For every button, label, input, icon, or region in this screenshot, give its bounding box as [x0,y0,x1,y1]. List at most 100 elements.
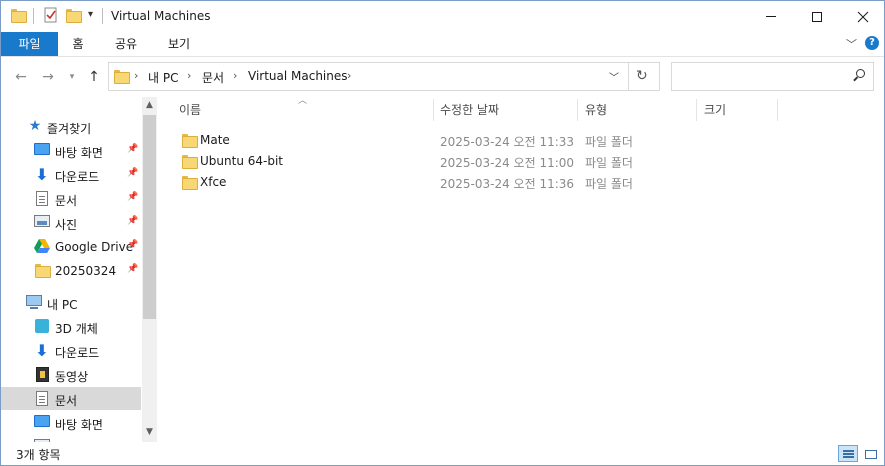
nav-item-google-drive[interactable]: Google Drive 📌 [1,235,141,258]
star-icon: ★ [28,118,42,134]
download-icon: ⬇ [35,341,49,360]
computer-icon [26,295,42,309]
file-modified: 2025-03-24 오전 11:00 [440,156,575,170]
column-header-name[interactable]: 이름 [179,97,201,123]
desktop-icon [34,415,50,427]
title-separator [102,8,103,24]
breadcrumb-chevron-icon[interactable]: › [347,69,351,82]
column-header-type[interactable]: 유형 [585,97,607,123]
breadcrumb-chevron-icon[interactable]: › [187,69,191,82]
help-icon[interactable]: ? [865,36,879,50]
folder-icon [182,155,198,170]
nav-item-3d-objects[interactable]: 3D 개체 [1,315,141,338]
nav-item-desktop[interactable]: 바탕 화면 📌 [1,139,141,162]
back-arrow-icon[interactable]: ← [12,66,30,88]
table-row[interactable]: Ubuntu 64-bit 2025-03-24 오전 11:00 파일 폴더 [174,151,634,172]
nav-item-pc-downloads[interactable]: ⬇ 다운로드 [1,339,141,362]
scroll-thumb[interactable] [143,115,156,319]
scroll-up-icon[interactable]: ▲ [142,100,157,110]
nav-label: 20250324 [55,264,117,278]
nav-scrollbar[interactable]: ▲ ▼ [142,97,157,442]
close-button[interactable] [840,1,884,32]
nav-item-documents[interactable]: 문서 📌 [1,187,141,210]
table-row[interactable]: Xfce 2025-03-24 오전 11:36 파일 폴더 [174,172,634,193]
pictures-icon [34,215,50,227]
file-list: ︿ 이름 수정한 날짜 유형 크기 Mate 2025-03-24 오전 11:… [158,96,884,442]
properties-icon[interactable] [43,7,59,25]
column-divider[interactable] [777,99,778,121]
tab-view[interactable]: 보기 [159,32,199,56]
new-folder-icon[interactable] [66,7,82,25]
column-divider[interactable] [577,99,578,121]
desktop-icon [34,143,50,155]
search-input[interactable] [671,62,874,91]
nav-item-downloads[interactable]: ⬇ 다운로드 📌 [1,163,141,186]
folder-icon [114,70,130,85]
nav-label: Google Drive [55,240,134,254]
breadcrumb-virtual-machines[interactable]: Virtual Machines [248,69,348,83]
details-view-button[interactable] [838,445,858,462]
expand-ribbon-icon[interactable]: ﹀ [846,36,857,52]
nav-quick-access[interactable]: ★ 즐겨찾기 [1,115,141,138]
minimize-button[interactable] [748,1,794,32]
nav-label: 즐겨찾기 [47,122,92,136]
nav-item-videos[interactable]: 동영상 [1,363,141,386]
file-modified: 2025-03-24 오전 11:33 [440,135,575,149]
status-bar: 3개 항목 [1,442,884,465]
tab-file[interactable]: 파일 [1,32,58,56]
breadcrumb-documents[interactable]: 문서 [202,69,224,86]
column-header-modified[interactable]: 수정한 날짜 [440,97,499,123]
minimize-icon [766,16,776,17]
pin-icon: 📌 [127,264,139,274]
file-type: 파일 폴더 [585,177,633,191]
refresh-icon[interactable]: ↻ [636,68,648,84]
customize-toolbar-icon[interactable]: ▾ [88,9,93,27]
address-history-chevron-icon[interactable]: ﹀ [609,69,619,84]
maximize-button[interactable] [794,1,840,32]
nav-item-pc-documents[interactable]: 문서 [1,387,141,410]
document-icon [36,391,48,406]
file-modified: 2025-03-24 오전 11:36 [440,177,575,191]
nav-this-pc[interactable]: 내 PC [1,291,141,314]
nav-label: 바탕 화면 [55,418,103,432]
folder-icon [35,264,51,279]
nav-item-pc-desktop[interactable]: 바탕 화면 [1,411,141,434]
recent-locations-icon[interactable]: ▾ [65,66,79,88]
nav-label: 사진 [55,218,78,232]
file-type: 파일 폴더 [585,156,633,170]
item-count: 3개 항목 [16,448,61,462]
breadcrumb-this-pc[interactable]: 내 PC [148,69,178,86]
large-icons-view-icon [865,450,877,459]
video-icon [36,367,49,382]
nav-item-pictures[interactable]: 사진 📌 [1,211,141,234]
maximize-icon [812,11,822,22]
pin-icon: 📌 [127,216,139,226]
table-row[interactable]: Mate 2025-03-24 오전 11:33 파일 폴더 [174,130,634,151]
up-arrow-icon[interactable]: ↑ [85,66,103,88]
3d-objects-icon [35,319,49,333]
nav-item-pc-pictures[interactable]: 사진 [1,435,141,442]
nav-label: 3D 개체 [55,322,98,336]
nav-label: 바탕 화면 [55,146,103,160]
nav-label: 동영상 [55,370,89,384]
title-bar: ▾ Virtual Machines [1,1,884,32]
breadcrumb-chevron-icon[interactable]: › [134,69,138,82]
large-icons-view-button[interactable] [860,445,880,462]
navigation-pane: ★ 즐겨찾기 바탕 화면 📌 ⬇ 다운로드 📌 문서 📌 사진 📌 Google… [1,97,157,442]
scroll-down-icon[interactable]: ▼ [142,427,157,437]
breadcrumb-chevron-icon[interactable]: › [233,69,237,82]
address-bar[interactable]: › 내 PC › 문서 › Virtual Machines › ﹀ ↻ [108,62,660,91]
download-icon: ⬇ [35,165,49,184]
file-name: Ubuntu 64-bit [200,154,283,168]
nav-item-20250324[interactable]: 20250324 📌 [1,259,141,282]
explorer-window: ▾ Virtual Machines 파일 홈 공유 보기 ﹀ ? ← → ▾ … [0,0,885,466]
pin-icon: 📌 [127,168,139,178]
tab-home[interactable]: 홈 [63,32,93,56]
window-title: Virtual Machines [111,9,211,23]
column-divider[interactable] [433,99,434,121]
column-header-size[interactable]: 크기 [704,97,726,123]
forward-arrow-icon[interactable]: → [39,66,57,88]
tab-share[interactable]: 공유 [106,32,146,56]
column-divider[interactable] [696,99,697,121]
file-name: Xfce [200,175,227,189]
